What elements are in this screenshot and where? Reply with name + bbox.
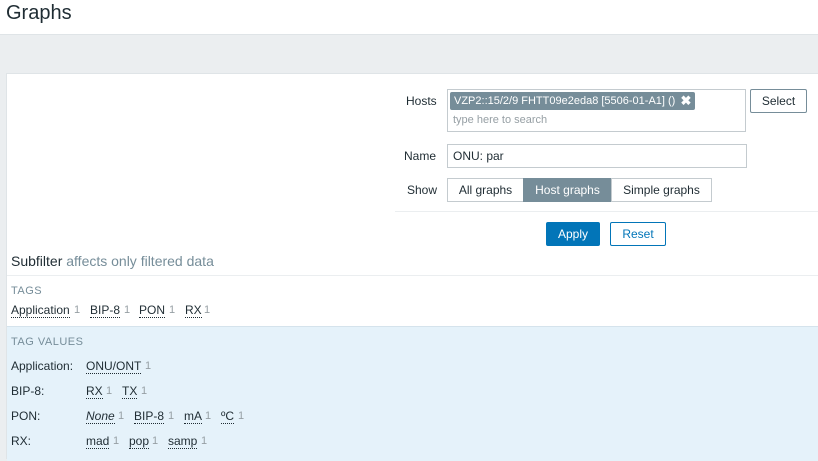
chip-remove-icon[interactable]: ✖ <box>680 92 691 110</box>
reset-button[interactable]: Reset <box>610 222 666 246</box>
filter-divider <box>395 211 818 212</box>
tag-values-section: TAG VALUES Application: ONU/ONT 1 BIP-8:… <box>7 326 818 461</box>
tag-pon[interactable]: PON <box>139 303 166 318</box>
tag-value-tx[interactable]: TX <box>122 384 138 399</box>
tag-count: 1 <box>204 304 211 316</box>
tag-value-ma[interactable]: mA <box>184 409 202 424</box>
tags-header: TAGS <box>11 285 43 297</box>
tag-count: 1 <box>74 304 81 316</box>
name-label: Name <box>404 149 437 163</box>
host-chip: VZP2::15/2/9 FHTT09e2eda8 [5506-01-A1] (… <box>450 92 696 110</box>
tag-value-pop[interactable]: pop <box>129 434 150 449</box>
host-chip-label: VZP2::15/2/9 FHTT09e2eda8 [5506-01-A1] (… <box>454 95 676 107</box>
tag-value-count: 1 <box>118 410 125 422</box>
tag-value-count: 1 <box>141 385 148 397</box>
tag-value-rx[interactable]: RX <box>86 384 103 399</box>
page-header: Graphs <box>0 0 818 35</box>
subfilter-title: Subfilter <box>11 253 63 269</box>
tag-rx[interactable]: RX <box>185 303 202 318</box>
show-label: Show <box>407 183 438 197</box>
tag-value-none[interactable]: None <box>86 409 115 424</box>
tag-value-count: 1 <box>145 360 152 372</box>
hosts-multiselect[interactable]: VZP2::15/2/9 FHTT09e2eda8 [5506-01-A1] (… <box>447 89 746 132</box>
tag-bip8[interactable]: BIP-8 <box>90 303 121 318</box>
tag-value-label: Application: <box>11 359 74 373</box>
tag-value-count: 1 <box>152 435 159 447</box>
tag-value-count: 1 <box>168 410 175 422</box>
page-title: Graphs <box>6 2 72 24</box>
hosts-label: Hosts <box>406 94 437 108</box>
show-all-graphs[interactable]: All graphs <box>447 178 524 202</box>
tag-value-mad[interactable]: mad <box>86 434 110 449</box>
subfilter-heading: Subfilter affects only filtered data <box>11 253 214 269</box>
tag-value-degc[interactable]: ºC <box>221 409 235 424</box>
filter-panel: Hosts VZP2::15/2/9 FHTT09e2eda8 [5506-01… <box>6 73 818 461</box>
tag-value-samp[interactable]: samp <box>168 434 198 449</box>
apply-button[interactable]: Apply <box>546 222 600 246</box>
tag-value-count: 1 <box>201 435 208 447</box>
name-input[interactable] <box>447 144 747 168</box>
tag-value-count: 1 <box>106 385 113 397</box>
tag-value-count: 1 <box>238 410 245 422</box>
show-simple-graphs[interactable]: Simple graphs <box>611 178 712 202</box>
tag-values-header: TAG VALUES <box>11 336 84 348</box>
tag-count: 1 <box>124 304 131 316</box>
tag-count: 1 <box>169 304 176 316</box>
tag-application[interactable]: Application <box>11 303 70 318</box>
tag-value-label: BIP-8: <box>11 384 45 398</box>
tag-value-count: 1 <box>205 410 212 422</box>
tag-value-onu-ont[interactable]: ONU/ONT <box>86 359 142 374</box>
subfilter-note: affects only filtered data <box>66 253 214 269</box>
host-search-input[interactable]: type here to search <box>453 114 547 126</box>
show-host-graphs[interactable]: Host graphs <box>523 178 612 202</box>
tag-value-count: 1 <box>113 435 120 447</box>
tag-value-bip8[interactable]: BIP-8 <box>134 409 165 424</box>
tag-value-label: PON: <box>11 409 41 423</box>
tags-divider <box>7 275 818 276</box>
tag-value-label: RX: <box>11 434 32 448</box>
select-hosts-button[interactable]: Select <box>750 89 807 113</box>
